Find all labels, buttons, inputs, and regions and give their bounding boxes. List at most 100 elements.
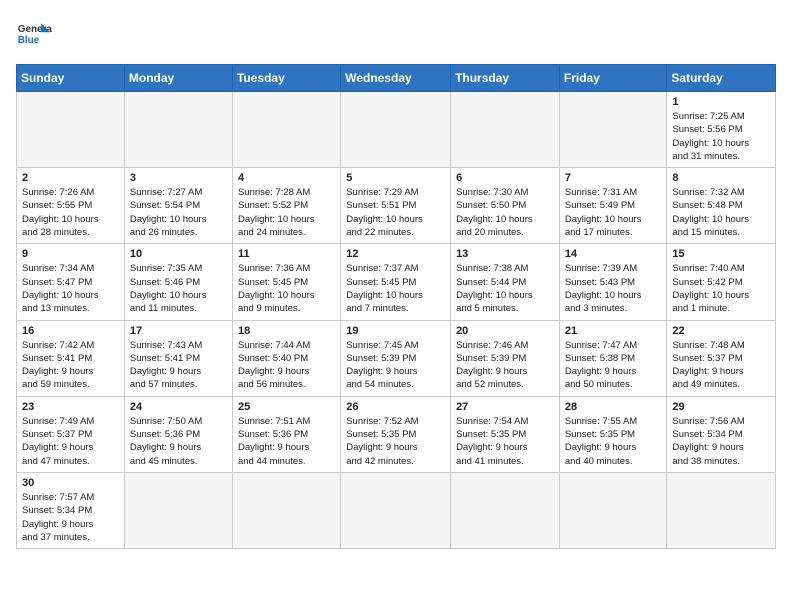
calendar-cell: 13Sunrise: 7:38 AM Sunset: 5:44 PM Dayli… — [451, 244, 560, 320]
calendar-cell: 2 Sunrise: 7:26 AM Sunset: 5:55 PM Daylig… — [17, 168, 125, 244]
calendar-cell: 28 Sunrise: 7:55 AM Sunset: 5:35 PM Dayli… — [559, 396, 667, 472]
day-info: Sunrise: 7:51 AM Sunset: 5:36 PM Dayligh… — [238, 415, 335, 468]
day-info: Sunrise: 7:49 AM Sunset: 5:37 PM Dayligh… — [22, 415, 119, 468]
day-info: Sunrise: 7:29 AM Sunset: 5:51 PM Dayligh… — [346, 186, 445, 239]
day-info: Sunrise: 7:38 AM Sunset: 5:44 PM Dayligh… — [456, 262, 554, 315]
day-number: 20 — [456, 325, 554, 337]
day-number: 27 — [456, 401, 554, 413]
logo-icon: General Blue — [16, 16, 52, 52]
day-number: 1 — [672, 96, 770, 108]
calendar-cell — [559, 472, 667, 548]
calendar-cell: 29 Sunrise: 7:56 AM Sunset: 5:34 PM Dayli… — [667, 396, 776, 472]
day-number: 14 — [565, 248, 662, 260]
calendar-cell — [232, 472, 340, 548]
day-number: 11 — [238, 248, 335, 260]
day-info: Sunrise: 7:46 AM Sunset: 5:39 PM Dayligh… — [456, 339, 554, 392]
calendar-cell: 21 Sunrise: 7:47 AM Sunset: 5:38 PM Dayli… — [559, 320, 667, 396]
calendar-table: SundayMondayTuesdayWednesdayThursdayFrid… — [16, 64, 776, 549]
day-info: Sunrise: 7:52 AM Sunset: 5:35 PM Dayligh… — [346, 415, 445, 468]
day-info: Sunrise: 7:56 AM Sunset: 5:34 PM Dayligh… — [672, 415, 770, 468]
week-row-3: 9 Sunrise: 7:34 AM Sunset: 5:47 PM Daylig… — [17, 244, 776, 320]
col-header-saturday: Saturday — [667, 65, 776, 92]
week-row-1: 1 Sunrise: 7:25 AM Sunset: 5:56 PM Daylig… — [17, 92, 776, 168]
day-number: 24 — [130, 401, 227, 413]
calendar-cell: 26 Sunrise: 7:52 AM Sunset: 5:35 PM Dayli… — [341, 396, 451, 472]
day-number: 7 — [565, 172, 662, 184]
day-number: 17 — [130, 325, 227, 337]
calendar-cell: 18Sunrise: 7:44 AM Sunset: 5:40 PM Dayli… — [232, 320, 340, 396]
col-header-thursday: Thursday — [451, 65, 560, 92]
day-info: Sunrise: 7:25 AM Sunset: 5:56 PM Dayligh… — [672, 110, 770, 163]
day-info: Sunrise: 7:47 AM Sunset: 5:38 PM Dayligh… — [565, 339, 662, 392]
calendar-cell: 7 Sunrise: 7:31 AM Sunset: 5:49 PM Daylig… — [559, 168, 667, 244]
day-number: 10 — [130, 248, 227, 260]
week-row-4: 16 Sunrise: 7:42 AM Sunset: 5:41 PM Dayli… — [17, 320, 776, 396]
day-info: Sunrise: 7:36 AM Sunset: 5:45 PM Dayligh… — [238, 262, 335, 315]
calendar-cell: 11 Sunrise: 7:36 AM Sunset: 5:45 PM Dayli… — [232, 244, 340, 320]
col-header-tuesday: Tuesday — [232, 65, 340, 92]
day-number: 22 — [672, 325, 770, 337]
calendar-cell — [559, 92, 667, 168]
day-info: Sunrise: 7:28 AM Sunset: 5:52 PM Dayligh… — [238, 186, 335, 239]
calendar-cell: 14Sunrise: 7:39 AM Sunset: 5:43 PM Dayli… — [559, 244, 667, 320]
logo: General Blue — [16, 16, 52, 52]
col-header-wednesday: Wednesday — [341, 65, 451, 92]
day-info: Sunrise: 7:31 AM Sunset: 5:49 PM Dayligh… — [565, 186, 662, 239]
col-header-monday: Monday — [124, 65, 232, 92]
calendar-cell: 27 Sunrise: 7:54 AM Sunset: 5:35 PM Dayli… — [451, 396, 560, 472]
day-number: 18 — [238, 325, 335, 337]
day-number: 29 — [672, 401, 770, 413]
day-number: 23 — [22, 401, 119, 413]
day-number: 25 — [238, 401, 335, 413]
week-row-5: 23 Sunrise: 7:49 AM Sunset: 5:37 PM Dayli… — [17, 396, 776, 472]
calendar-cell: 16 Sunrise: 7:42 AM Sunset: 5:41 PM Dayli… — [17, 320, 125, 396]
day-number: 26 — [346, 401, 445, 413]
page-header: General Blue — [16, 16, 776, 52]
calendar-cell: 8Sunrise: 7:32 AM Sunset: 5:48 PM Daylig… — [667, 168, 776, 244]
calendar-cell — [17, 92, 125, 168]
calendar-cell — [667, 472, 776, 548]
svg-text:Blue: Blue — [18, 35, 40, 46]
day-number: 6 — [456, 172, 554, 184]
calendar-cell: 22Sunrise: 7:48 AM Sunset: 5:37 PM Dayli… — [667, 320, 776, 396]
calendar-cell — [341, 472, 451, 548]
day-number: 28 — [565, 401, 662, 413]
week-row-6: 30 Sunrise: 7:57 AM Sunset: 5:34 PM Dayli… — [17, 472, 776, 548]
day-info: Sunrise: 7:57 AM Sunset: 5:34 PM Dayligh… — [22, 491, 119, 544]
day-info: Sunrise: 7:27 AM Sunset: 5:54 PM Dayligh… — [130, 186, 227, 239]
calendar-cell: 23 Sunrise: 7:49 AM Sunset: 5:37 PM Dayli… — [17, 396, 125, 472]
day-info: Sunrise: 7:37 AM Sunset: 5:45 PM Dayligh… — [346, 262, 445, 315]
calendar-cell: 4Sunrise: 7:28 AM Sunset: 5:52 PM Daylig… — [232, 168, 340, 244]
calendar-cell: 12 Sunrise: 7:37 AM Sunset: 5:45 PM Dayli… — [341, 244, 451, 320]
day-number: 15 — [672, 248, 770, 260]
day-info: Sunrise: 7:54 AM Sunset: 5:35 PM Dayligh… — [456, 415, 554, 468]
day-number: 12 — [346, 248, 445, 260]
calendar-cell — [124, 472, 232, 548]
day-info: Sunrise: 7:50 AM Sunset: 5:36 PM Dayligh… — [130, 415, 227, 468]
calendar-cell: 6 Sunrise: 7:30 AM Sunset: 5:50 PM Daylig… — [451, 168, 560, 244]
day-info: Sunrise: 7:34 AM Sunset: 5:47 PM Dayligh… — [22, 262, 119, 315]
calendar-cell — [451, 472, 560, 548]
day-info: Sunrise: 7:26 AM Sunset: 5:55 PM Dayligh… — [22, 186, 119, 239]
day-number: 30 — [22, 477, 119, 489]
day-info: Sunrise: 7:42 AM Sunset: 5:41 PM Dayligh… — [22, 339, 119, 392]
calendar-cell: 17Sunrise: 7:43 AM Sunset: 5:41 PM Dayli… — [124, 320, 232, 396]
calendar-cell: 24 Sunrise: 7:50 AM Sunset: 5:36 PM Dayli… — [124, 396, 232, 472]
day-info: Sunrise: 7:40 AM Sunset: 5:42 PM Dayligh… — [672, 262, 770, 315]
day-info: Sunrise: 7:55 AM Sunset: 5:35 PM Dayligh… — [565, 415, 662, 468]
calendar-cell: 5 Sunrise: 7:29 AM Sunset: 5:51 PM Daylig… — [341, 168, 451, 244]
calendar-cell: 15 Sunrise: 7:40 AM Sunset: 5:42 PM Dayli… — [667, 244, 776, 320]
calendar-cell: 10Sunrise: 7:35 AM Sunset: 5:46 PM Dayli… — [124, 244, 232, 320]
day-number: 16 — [22, 325, 119, 337]
day-number: 9 — [22, 248, 119, 260]
day-info: Sunrise: 7:30 AM Sunset: 5:50 PM Dayligh… — [456, 186, 554, 239]
day-number: 21 — [565, 325, 662, 337]
calendar-cell — [341, 92, 451, 168]
day-number: 5 — [346, 172, 445, 184]
day-number: 8 — [672, 172, 770, 184]
calendar-cell — [451, 92, 560, 168]
day-number: 19 — [346, 325, 445, 337]
day-number: 2 — [22, 172, 119, 184]
calendar-cell — [124, 92, 232, 168]
calendar-cell: 3Sunrise: 7:27 AM Sunset: 5:54 PM Daylig… — [124, 168, 232, 244]
